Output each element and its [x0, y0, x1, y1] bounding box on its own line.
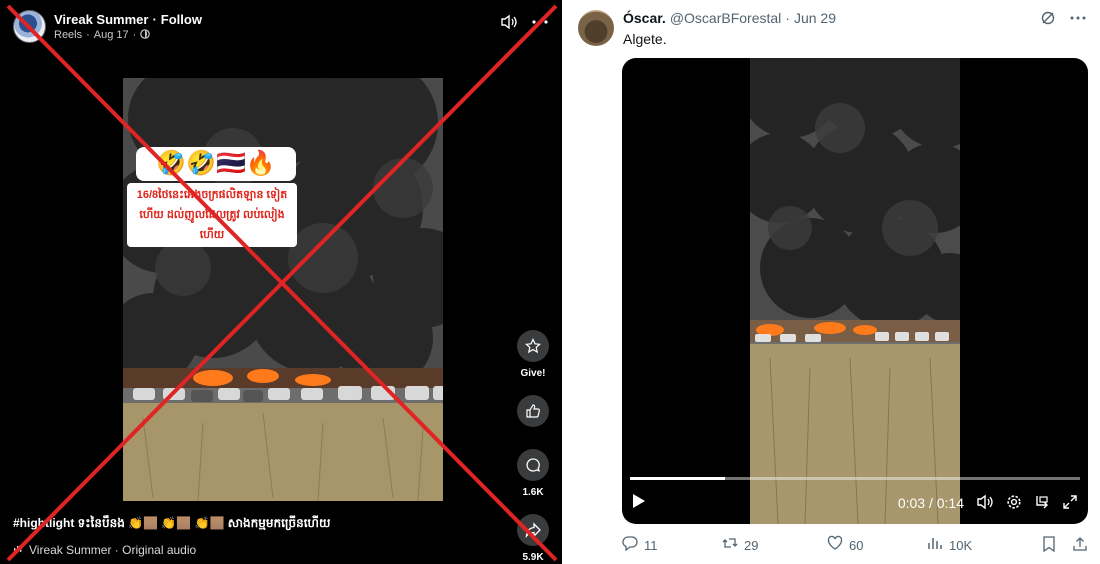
- reel-action-rail: Give! 1.6K 5.9K: [516, 330, 550, 563]
- play-icon[interactable]: [632, 493, 646, 514]
- comments-count: 1.6K: [522, 487, 544, 498]
- pip-icon[interactable]: [1034, 494, 1050, 513]
- repost-count: 29: [744, 537, 759, 553]
- globe-icon: [140, 28, 151, 42]
- views-icon: [927, 535, 943, 555]
- separator-dot: ·: [152, 11, 157, 27]
- music-icon: [13, 543, 23, 557]
- like-icon: [827, 535, 843, 555]
- post-actions: 11 29 60 10K: [622, 535, 1088, 555]
- repost-button[interactable]: 29: [722, 535, 827, 555]
- repost-icon: [722, 535, 738, 555]
- settings-icon[interactable]: [1006, 494, 1022, 513]
- reels-label: Reels: [54, 29, 83, 41]
- views-button[interactable]: 10K: [927, 535, 1032, 555]
- fullscreen-icon[interactable]: [1062, 494, 1078, 513]
- post-date[interactable]: Aug 17: [94, 29, 129, 41]
- reply-icon: [622, 535, 638, 555]
- reel-overlay-emoji: 🤣🤣🇹🇭🔥: [136, 147, 296, 181]
- more-icon[interactable]: [1070, 10, 1086, 30]
- x-post-panel: Óscar. @OscarBForestal · Jun 29 Algete.: [562, 0, 1100, 564]
- shares-count: 5.9K: [522, 552, 544, 563]
- post-text: Algete.: [623, 31, 667, 47]
- reel-overlay-text: 16/8ថៃនេះអេងចក្រផលិតឡាន ទៀតហើយ ដល់ញូលដែល…: [127, 183, 297, 247]
- share-icon[interactable]: [517, 514, 549, 546]
- reply-button[interactable]: 11: [622, 535, 722, 555]
- post-extra-actions: [1042, 535, 1088, 555]
- follow-button[interactable]: Follow: [161, 12, 202, 27]
- reel-caption[interactable]: #hightlight ទះនៃបឹនង 👏🏽 👏🏽 👏🏽 សាងកម្មមកច…: [13, 515, 330, 533]
- comparison-screenshot: Vireak Summer · Follow Reels · Aug 17 ·: [0, 0, 1100, 564]
- more-icon[interactable]: [532, 14, 548, 35]
- share-icon[interactable]: [1072, 536, 1088, 555]
- video-time: 0:03 / 0:14: [897, 495, 964, 511]
- grok-icon[interactable]: [1040, 10, 1056, 30]
- author-handle[interactable]: @OscarBForestal: [670, 10, 781, 26]
- give-label: Give!: [520, 368, 546, 379]
- reply-count: 11: [644, 537, 658, 553]
- bookmark-icon[interactable]: [1042, 535, 1056, 555]
- star-give-icon[interactable]: [517, 330, 549, 362]
- author-name[interactable]: Óscar.: [623, 10, 666, 26]
- facebook-reel-panel: Vireak Summer · Follow Reels · Aug 17 ·: [0, 0, 562, 564]
- post-date[interactable]: Jun 29: [794, 10, 836, 26]
- reel-header: Vireak Summer · Follow Reels · Aug 17 ·: [13, 10, 202, 43]
- separator-dot: ·: [86, 29, 90, 41]
- author-avatar[interactable]: [13, 10, 46, 43]
- separator-dot: ·: [132, 29, 137, 41]
- video-controls: 0:03 / 0:14: [622, 490, 1088, 516]
- author-avatar[interactable]: [578, 10, 614, 46]
- like-count: 60: [849, 537, 864, 553]
- like-icon[interactable]: [517, 395, 549, 427]
- separator-dot: ·: [785, 10, 790, 26]
- comment-icon[interactable]: [517, 449, 549, 481]
- like-button[interactable]: 60: [827, 535, 927, 555]
- video-progress-fill: [630, 477, 725, 480]
- video-frame[interactable]: [750, 58, 960, 524]
- reel-audio[interactable]: Vireak Summer · Original audio: [13, 543, 196, 557]
- video-progress-bar[interactable]: [630, 477, 1080, 480]
- audio-label: Vireak Summer · Original audio: [29, 543, 197, 557]
- video-player[interactable]: 0:03 / 0:14: [622, 58, 1088, 524]
- volume-icon[interactable]: [500, 14, 518, 35]
- author-name[interactable]: Vireak Summer: [54, 12, 148, 27]
- views-count: 10K: [949, 537, 973, 553]
- reel-video[interactable]: [123, 78, 443, 501]
- post-header: Óscar. @OscarBForestal · Jun 29: [623, 10, 836, 26]
- volume-icon[interactable]: [976, 494, 994, 513]
